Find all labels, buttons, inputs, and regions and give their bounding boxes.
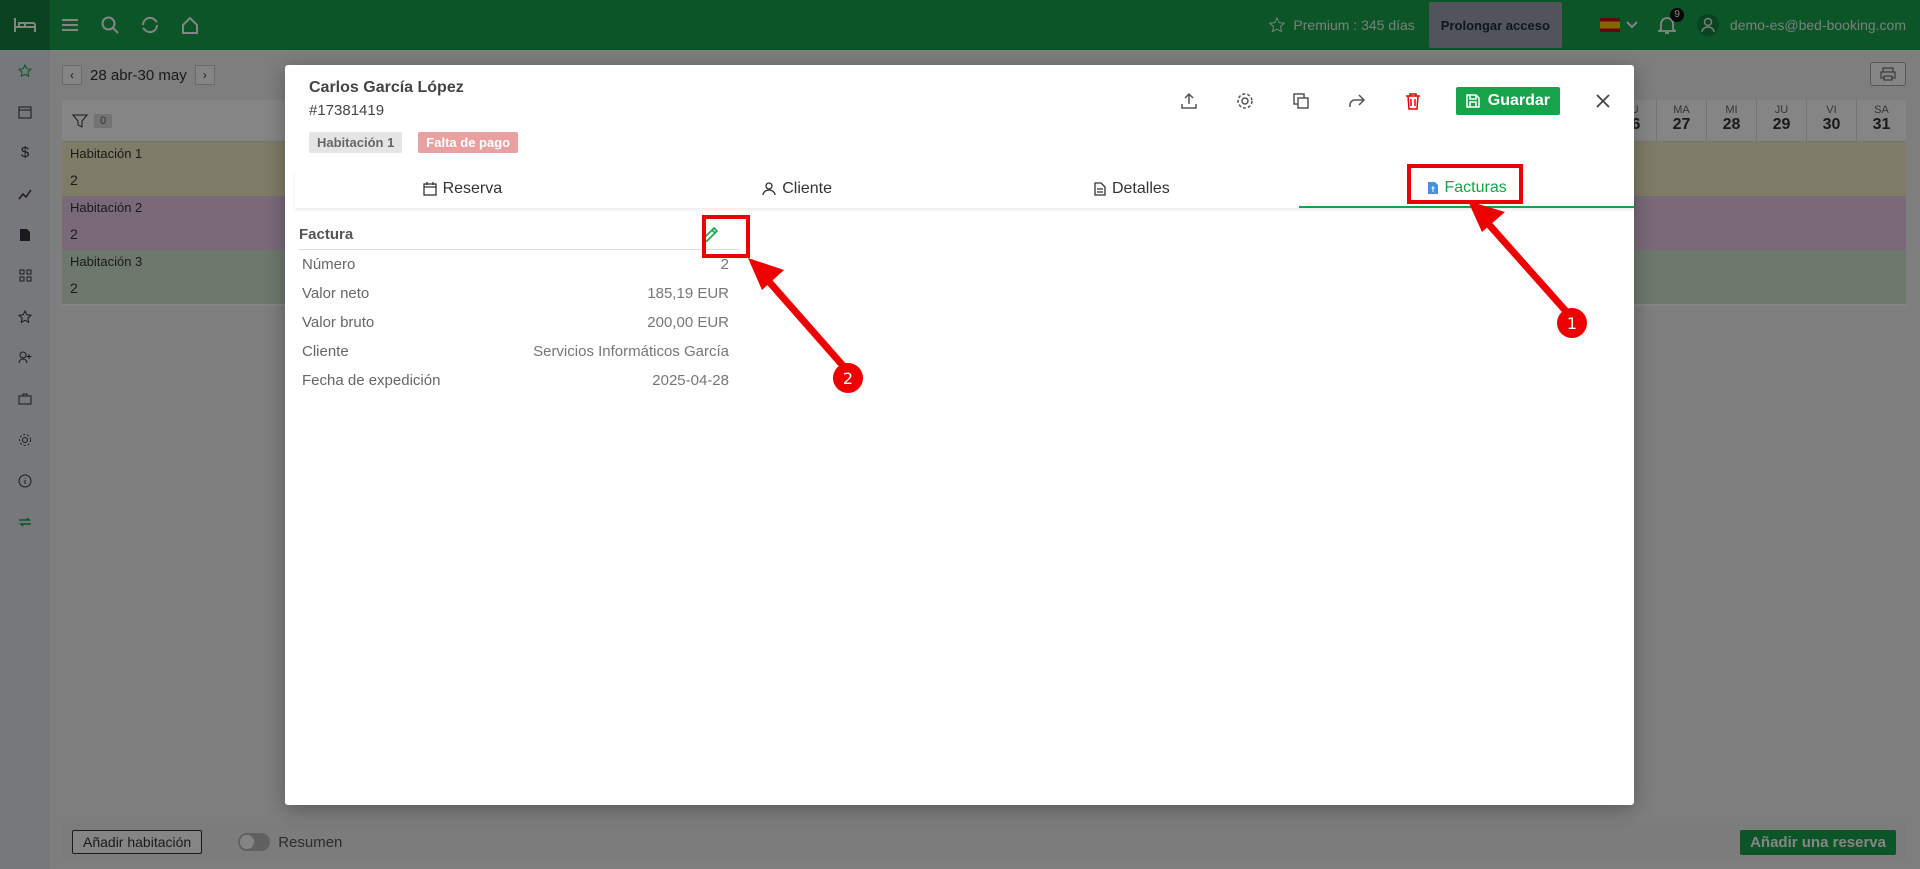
annotation-arrows — [748, 201, 1575, 371]
step-1-badge: 1 — [1557, 308, 1587, 338]
arrow-head-1 — [1468, 201, 1505, 232]
step-2-badge: 2 — [833, 363, 863, 393]
arrow-head-2 — [748, 258, 784, 290]
